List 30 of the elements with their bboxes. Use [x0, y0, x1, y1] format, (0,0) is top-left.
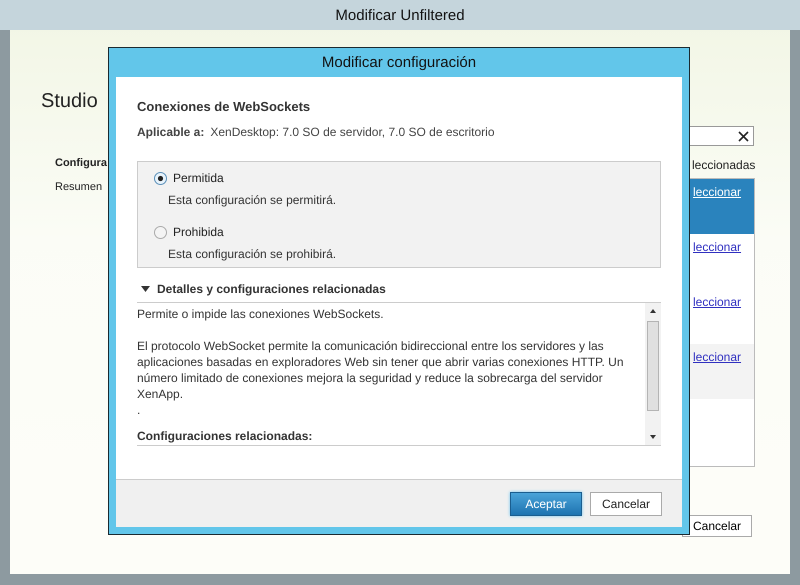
option-description: Esta configuración se prohibirá. — [168, 247, 338, 261]
radio-option[interactable]: Prohibida — [154, 225, 644, 239]
option-description: Esta configuración se permitirá. — [168, 193, 338, 207]
applies-value: XenDesktop: 7.0 SO de servidor, 7.0 SO de escritorio — [210, 125, 495, 139]
wizard-step[interactable]: Configura — [55, 157, 107, 169]
details-paragraph: El protocolo WebSocket permite la comunicación bidireccional entre los servidores y las aplicaciones basadas en exploradores Web sin tener que abrir varias conexiones HTTP. Un número limitado de conexiones mejora la seguridad y reduce la sobrecarga del servidor XenApp. — [137, 338, 624, 402]
accept-button[interactable]: Aceptar — [510, 492, 582, 516]
cancel-button[interactable]: Cancelar — [682, 515, 752, 537]
select-link[interactable]: leccionar — [693, 185, 742, 199]
scroll-thumb[interactable] — [647, 321, 659, 411]
wizard-step[interactable]: Resumen — [55, 181, 107, 193]
close-icon[interactable] — [738, 130, 749, 142]
cancel-button[interactable]: Cancelar — [590, 492, 662, 516]
radio-button[interactable] — [154, 226, 167, 238]
scrollbar[interactable] — [645, 303, 661, 445]
select-link[interactable]: leccionar — [693, 350, 742, 364]
setting-name: Conexiones de WebSockets — [137, 99, 312, 114]
dialog-title: Modificar configuración — [322, 54, 476, 71]
radio-option[interactable]: Permitida — [154, 171, 644, 185]
list-header: leccionadas — [692, 158, 756, 172]
app-heading: Studio — [41, 90, 99, 113]
select-link[interactable]: leccionar — [693, 240, 742, 254]
applies-label: Aplicable a: — [137, 125, 204, 139]
select-link[interactable]: leccionar — [693, 295, 742, 309]
details-paragraph: . — [137, 402, 142, 418]
related-heading: Configuraciones relacionadas: — [137, 428, 314, 444]
details-toggle[interactable]: Detalles y configuraciones relacionadas — [141, 282, 661, 296]
details-paragraph: Permite o impide las conexiones WebSockets. — [137, 306, 385, 322]
radio-button[interactable] — [154, 172, 167, 184]
window-title: Modificar Unfiltered — [335, 6, 465, 24]
